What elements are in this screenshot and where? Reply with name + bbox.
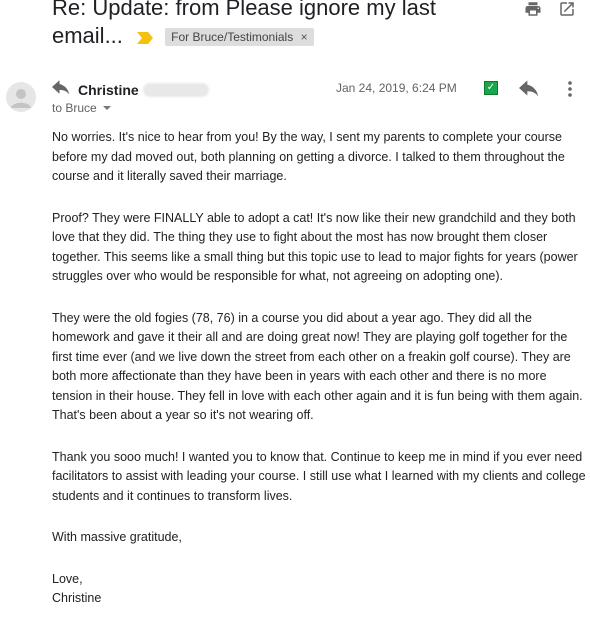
label-chip-text: For Bruce/Testimonials xyxy=(171,30,294,45)
print-icon[interactable] xyxy=(524,0,542,18)
header-actions xyxy=(524,0,576,18)
body-paragraph: They were the old fogies (78, 76) in a c… xyxy=(52,310,583,423)
more-vert-icon[interactable] xyxy=(566,80,574,103)
email-subject: Re: Update: from Please ignore my last e… xyxy=(52,0,452,51)
reply-arrow-icon xyxy=(52,80,70,99)
sender-name[interactable]: Christine xyxy=(78,82,139,98)
green-check-icon[interactable]: ✓ xyxy=(484,81,498,95)
body-paragraph: With massive gratitude, xyxy=(52,530,182,544)
chevron-down-icon[interactable] xyxy=(102,106,111,110)
sender-row: Christine xyxy=(52,80,209,99)
redacted-sender-surname xyxy=(142,82,209,97)
reply-icon[interactable] xyxy=(519,80,539,101)
sender-avatar[interactable] xyxy=(6,82,36,112)
signature: Christine xyxy=(52,591,102,605)
email-date: Jan 24, 2019, 6:24 PM xyxy=(336,81,457,95)
body-paragraph: Proof? They were FINALLY able to adopt a… xyxy=(52,210,578,284)
body-paragraph: No worries. It's nice to hear from you! … xyxy=(52,130,565,183)
recipient-text: to Bruce xyxy=(52,101,97,115)
importance-marker-icon[interactable] xyxy=(137,23,154,51)
open-in-new-window-icon[interactable] xyxy=(558,0,576,18)
person-avatar-icon xyxy=(11,89,31,108)
closing-line: Love, xyxy=(52,571,83,586)
label-chip[interactable]: For Bruce/Testimonials × xyxy=(165,28,314,47)
email-body: No worries. It's nice to hear from you! … xyxy=(52,128,586,609)
recipient-row[interactable]: to Bruce xyxy=(52,101,111,115)
body-paragraph: Thank you sooo much! I wanted you to kno… xyxy=(52,449,586,503)
remove-label-icon[interactable]: × xyxy=(301,30,308,44)
